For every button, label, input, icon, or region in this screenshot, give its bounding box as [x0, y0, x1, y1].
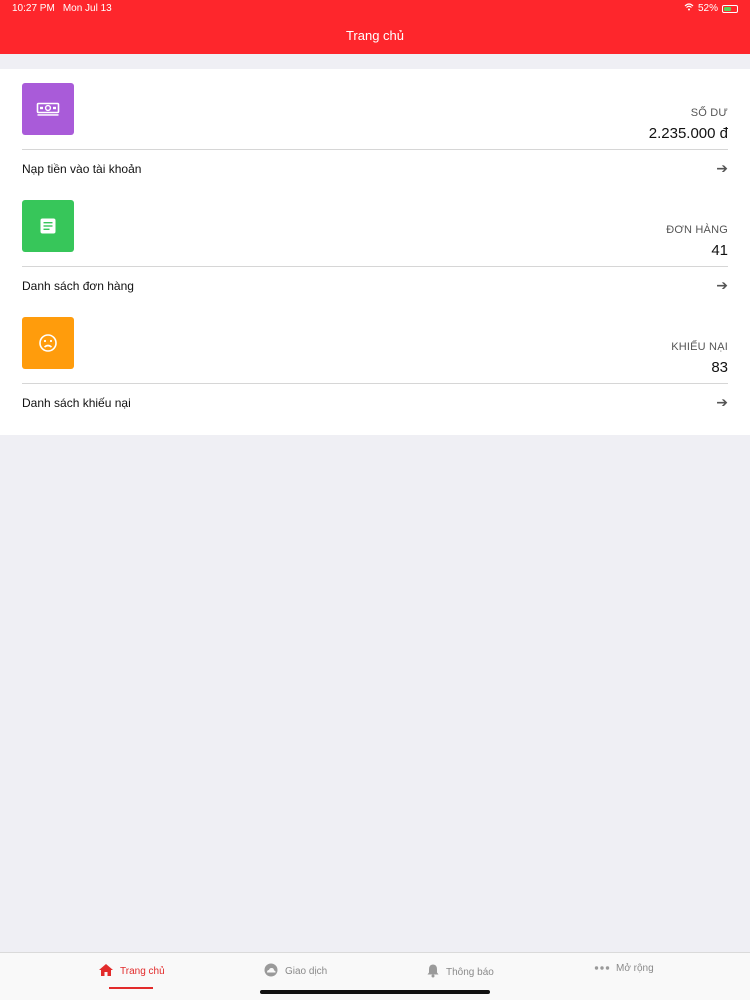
balance-value: 2.235.000 đ	[648, 125, 728, 142]
complaints-link-label: Danh sách khiếu nại	[22, 396, 131, 410]
orders-link-row[interactable]: Danh sách đơn hàng ➔	[0, 267, 750, 303]
page-title: Trang chủ	[345, 28, 405, 43]
status-bar-left: 10:27 PM Mon Jul 13	[12, 3, 112, 14]
tab-notifications[interactable]: Thông báo	[426, 963, 494, 981]
cloud-icon	[263, 963, 279, 980]
complaints-link-row[interactable]: Danh sách khiếu nại ➔	[0, 384, 750, 420]
orders-value: 41	[711, 242, 728, 259]
tab-notifications-label: Thông báo	[446, 966, 494, 978]
topup-link-row[interactable]: Nạp tiền vào tài khoản ➔	[0, 150, 750, 186]
arrow-right-icon: ➔	[716, 394, 728, 410]
frown-icon	[22, 317, 74, 369]
battery-percent: 52%	[697, 3, 718, 14]
wifi-icon	[684, 3, 694, 14]
tab-transactions[interactable]: Giao dịch	[263, 963, 327, 980]
status-time: 10:27 PM	[12, 3, 55, 14]
navigation-header: 10:27 PM Mon Jul 13 52% Trang chủ	[0, 0, 750, 54]
bell-icon	[426, 963, 440, 981]
screen: 10:27 PM Mon Jul 13 52% Trang chủ SỐ DƯ …	[0, 0, 750, 1000]
balance-label: SỐ DƯ	[690, 107, 728, 119]
arrow-right-icon: ➔	[716, 160, 728, 176]
tab-transactions-label: Giao dịch	[285, 966, 328, 977]
orders-section: ĐƠN HÀNG 41 Danh sách đơn hàng ➔	[0, 186, 750, 303]
complaints-section: KHIẾU NẠI 83 Danh sách khiếu nại ➔	[0, 303, 750, 420]
balance-section: SỐ DƯ 2.235.000 đ Nạp tiền vào tài khoản…	[0, 69, 750, 186]
complaints-value: 83	[711, 359, 728, 376]
more-icon	[594, 963, 610, 974]
tab-more-label: Mở rộng	[616, 963, 654, 974]
battery-icon	[722, 4, 738, 13]
status-date: Mon Jul 13	[62, 3, 112, 14]
tab-more[interactable]: Mở rộng	[594, 963, 654, 974]
orders-label: ĐƠN HÀNG	[666, 224, 728, 236]
dashboard-card: SỐ DƯ 2.235.000 đ Nạp tiền vào tài khoản…	[0, 69, 750, 435]
home-indicator[interactable]	[260, 990, 490, 994]
home-icon	[98, 963, 114, 980]
document-icon	[22, 200, 74, 252]
orders-link-label: Danh sách đơn hàng	[22, 279, 134, 293]
money-icon	[22, 83, 74, 135]
tab-home-label: Trang chủ	[120, 966, 165, 977]
arrow-right-icon: ➔	[716, 277, 728, 293]
status-bar-right: 52%	[684, 3, 738, 14]
complaints-label: KHIẾU NẠI	[671, 341, 728, 353]
topup-link-label: Nạp tiền vào tài khoản	[22, 162, 142, 176]
active-tab-indicator	[109, 987, 153, 989]
tab-home[interactable]: Trang chủ	[98, 963, 165, 980]
